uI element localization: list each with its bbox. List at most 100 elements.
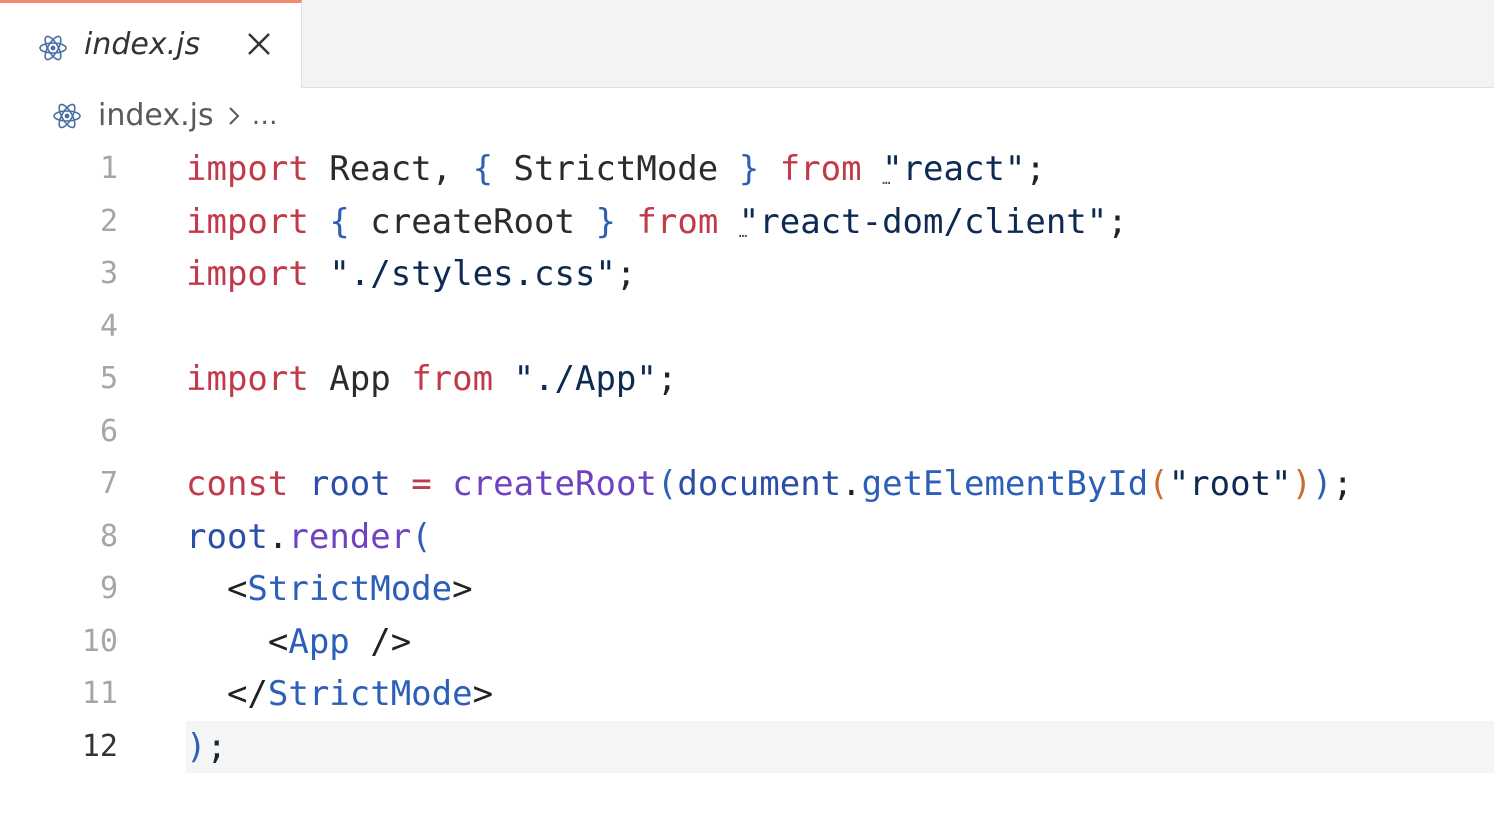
code-token: ) xyxy=(1312,464,1333,504)
code-text[interactable]: import "./styles.css"; xyxy=(186,248,1494,301)
code-token: . xyxy=(841,464,862,504)
code-text[interactable]: ); xyxy=(186,720,1494,773)
code-text[interactable] xyxy=(186,301,1494,354)
inlay-hint[interactable]: "… xyxy=(739,196,759,249)
code-token: ) xyxy=(186,726,207,767)
line-number: 10 xyxy=(81,623,118,659)
code-line[interactable]: 2 import { createRoot } from "… react-dom/… xyxy=(0,196,1494,249)
code-token: { xyxy=(472,149,494,189)
code-token: ; xyxy=(1025,149,1046,189)
code-token: from xyxy=(779,149,862,189)
code-token: ; xyxy=(206,726,227,767)
code-text[interactable]: import { createRoot } from "… react-dom/c… xyxy=(186,196,1494,249)
breadcrumb: index.js … xyxy=(52,96,279,136)
code-token: ( xyxy=(411,516,432,557)
code-token: > xyxy=(452,569,473,609)
inlay-hint[interactable]: "… xyxy=(882,143,902,196)
line-number: 12 xyxy=(81,728,118,764)
code-token: StrictMode xyxy=(493,149,739,189)
line-number: 9 xyxy=(99,571,118,606)
line-number: 7 xyxy=(99,466,118,501)
line-number: 8 xyxy=(99,518,118,554)
code-token: react" xyxy=(902,149,1026,189)
line-number: 2 xyxy=(99,203,118,239)
code-token: StrictMode xyxy=(267,674,473,714)
chevron-right-icon xyxy=(228,107,239,125)
code-token: ; xyxy=(656,359,678,399)
code-text[interactable] xyxy=(186,406,1494,459)
code-token: "root" xyxy=(1168,464,1292,504)
inlay-hint-dots: … xyxy=(738,224,749,241)
code-text[interactable]: import React, { StrictMode } from "… reac… xyxy=(186,143,1494,196)
code-token: < xyxy=(186,569,248,609)
code-text[interactable]: </StrictMode> xyxy=(186,668,1494,721)
code-line[interactable]: 8 root.render( xyxy=(0,511,1494,564)
breadcrumb-more[interactable]: … xyxy=(252,101,279,131)
code-token: root xyxy=(308,464,391,504)
code-line[interactable]: 7 const root = createRoot(document.getEle… xyxy=(0,458,1494,511)
code-line[interactable]: 4 xyxy=(0,301,1494,354)
code-token: /> xyxy=(349,621,412,662)
code-token: react-dom/client" xyxy=(759,201,1108,242)
code-token: = xyxy=(411,464,432,504)
breadcrumb-file[interactable]: index.js xyxy=(98,96,214,136)
code-line[interactable]: 9 <StrictMode> xyxy=(0,563,1494,616)
tab-label: index.js xyxy=(84,27,201,62)
code-text[interactable]: <StrictMode> xyxy=(186,563,1494,616)
code-token: import xyxy=(186,359,309,399)
code-token: document xyxy=(677,464,842,504)
code-token: import xyxy=(186,254,309,294)
code-text[interactable]: root.render( xyxy=(186,511,1494,564)
code-line[interactable]: 11 </StrictMode> xyxy=(0,668,1494,721)
code-token: StrictMode xyxy=(247,569,453,609)
code-line[interactable]: 3 import "./styles.css"; xyxy=(0,248,1494,301)
code-token: "./App" xyxy=(513,359,657,399)
tab-bar: index.js xyxy=(0,0,1494,88)
code-token: getElementById xyxy=(861,464,1149,504)
code-line[interactable]: 5 import App from "./App"; xyxy=(0,353,1494,406)
code-line[interactable]: 12); xyxy=(0,720,1494,773)
react-icon xyxy=(53,103,81,129)
code-text[interactable]: import App from "./App"; xyxy=(186,353,1494,406)
code-line[interactable]: 1 import React, { StrictMode } from "… rea… xyxy=(0,143,1494,196)
code-token: ( xyxy=(656,464,678,504)
code-line[interactable]: 6 xyxy=(0,406,1494,459)
code-line[interactable]: 10 <App /> xyxy=(0,616,1494,669)
code-token: < xyxy=(186,621,289,662)
code-token: ) xyxy=(1291,464,1312,504)
code-token: } xyxy=(738,149,760,189)
code-token: render xyxy=(288,516,412,557)
code-token: from xyxy=(636,201,719,242)
code-token: } xyxy=(595,201,616,242)
code-token: ; xyxy=(1107,201,1128,242)
line-number: 4 xyxy=(99,308,118,344)
line-number: 6 xyxy=(99,413,118,449)
code-token: ; xyxy=(1332,464,1353,504)
code-token: App xyxy=(308,359,412,399)
code-token: "./styles.css" xyxy=(329,254,616,294)
react-icon xyxy=(39,35,67,61)
inlay-hint-dots: … xyxy=(882,172,892,188)
code-token: > xyxy=(472,674,494,714)
code-token: ; xyxy=(615,254,637,294)
code-token: App xyxy=(288,621,350,662)
line-number: 3 xyxy=(99,256,118,291)
line-number: 1 xyxy=(99,151,118,186)
code-token: React, xyxy=(308,149,473,189)
code-token: ( xyxy=(1148,464,1169,504)
code-token: import xyxy=(186,201,309,242)
code-text[interactable]: const root = createRoot(document.getElem… xyxy=(186,458,1494,511)
code-text[interactable]: <App /> xyxy=(186,616,1494,669)
line-number: 5 xyxy=(99,361,118,396)
code-token: root xyxy=(186,516,268,557)
tab-index-js[interactable]: index.js xyxy=(0,0,302,88)
close-icon[interactable] xyxy=(244,29,274,59)
